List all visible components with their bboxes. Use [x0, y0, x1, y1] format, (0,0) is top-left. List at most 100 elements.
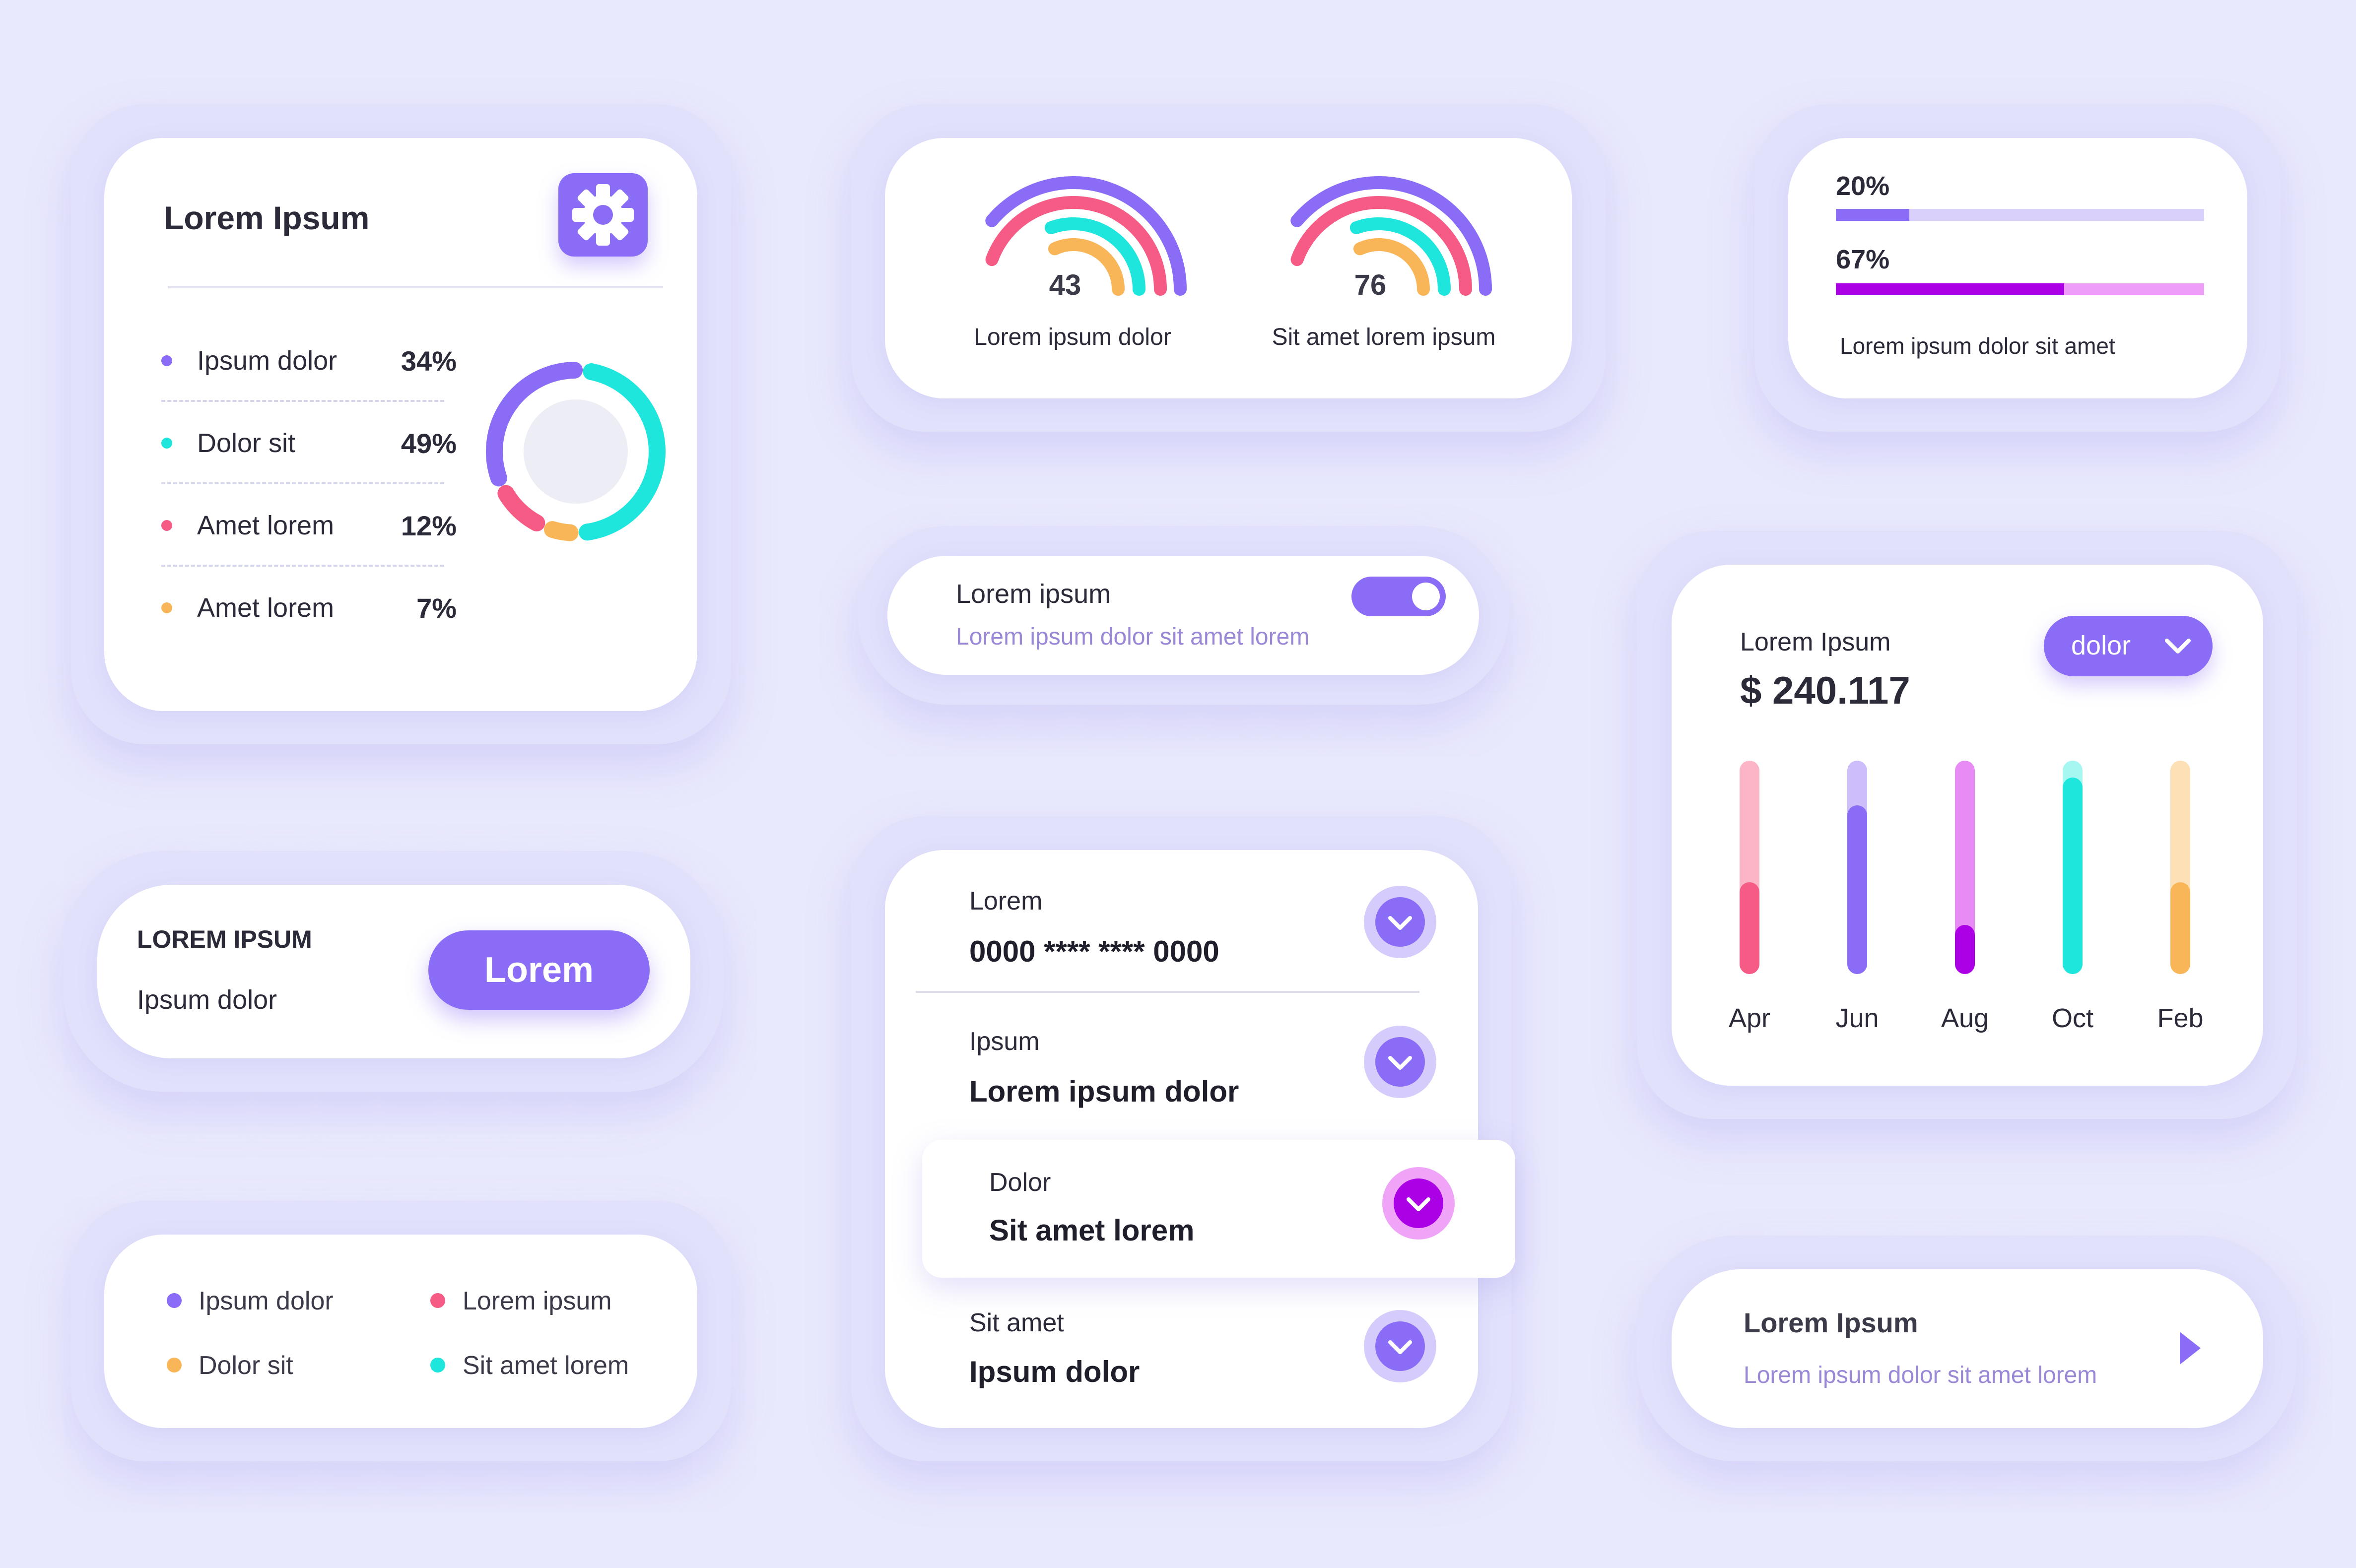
screen: { "colors": { "background": "#e9e9fd", "… — [0, 0, 2356, 1568]
accordion-toggle-3[interactable] — [1382, 1167, 1455, 1240]
stats-dot — [161, 355, 172, 366]
progress-bar-2 — [1836, 283, 2204, 295]
month-bar-fill — [1740, 882, 1759, 974]
accordion-toggle-1[interactable] — [1364, 886, 1436, 958]
month-bar — [2063, 761, 2083, 974]
accordion-item-active[interactable]: Dolor Sit amet lorem — [922, 1140, 1515, 1278]
legend-card: Ipsum dolor Lorem ipsum Dolor sit Sit am… — [104, 1235, 697, 1428]
revenue-card: Lorem Ipsum $ 240.117 dolor Apr Jun Aug Oct… — [1672, 565, 2263, 1086]
accordion-label-2: Ipsum — [969, 1027, 1040, 1056]
button-card: LOREM IPSUM Ipsum dolor Lorem — [97, 885, 690, 1058]
revenue-amount: $ 240.117 — [1740, 668, 1910, 712]
accordion-label-3: Dolor — [989, 1168, 1051, 1197]
stats-value: 12% — [401, 510, 457, 541]
month-bar — [2170, 761, 2190, 974]
legend-label-1: Ipsum dolor — [199, 1287, 334, 1315]
month-bar-fill — [2170, 882, 2190, 974]
month-label: Jun — [1835, 1003, 1879, 1033]
toggle-card: Lorem ipsum Lorem ipsum dolor sit amet l… — [887, 556, 1479, 675]
lorem-button-label: Lorem — [484, 950, 594, 990]
progress-fill — [1836, 209, 1910, 221]
chevron-down-icon — [1375, 1321, 1425, 1371]
stats-dot — [161, 520, 172, 531]
stats-card: Lorem Ipsum Ipsum dolor 34% Dolor sit 49% Am… — [104, 138, 697, 711]
month-label: Feb — [2157, 1003, 2204, 1033]
month-bar — [1955, 761, 1975, 974]
toggle-title: Lorem ipsum — [956, 579, 1111, 609]
progress-label-2: 67% — [1836, 245, 1890, 274]
legend-label-2: Lorem ipsum — [463, 1287, 612, 1315]
legend-dot-1 — [167, 1293, 182, 1308]
toggle-subtitle: Lorem ipsum dolor sit amet lorem — [956, 624, 1310, 650]
legend-dot-4 — [430, 1358, 445, 1372]
revenue-label: Lorem Ipsum — [1740, 628, 1891, 656]
play-arrow-icon[interactable] — [2178, 1331, 2203, 1366]
donut-center — [524, 399, 628, 504]
month-label: Apr — [1728, 1003, 1771, 1033]
month-bar-fill — [1847, 805, 1867, 974]
donut-segment — [544, 521, 579, 541]
accordion-divider — [916, 991, 1419, 993]
legend-label-3: Dolor sit — [199, 1351, 293, 1380]
gear-icon — [572, 184, 634, 246]
stats-divider — [161, 482, 444, 484]
toggle-knob — [1412, 583, 1440, 610]
month-bar-fill — [2063, 778, 2083, 974]
donut-chart — [486, 362, 666, 541]
toggle-switch[interactable] — [1351, 577, 1446, 616]
gauge-value-1: 43 — [1049, 269, 1081, 301]
stats-divider — [161, 400, 444, 402]
donut-segment — [497, 485, 545, 531]
progress-fill — [1836, 283, 2065, 295]
chevron-down-icon — [1394, 1178, 1443, 1228]
accordion-value-1: 0000 **** **** 0000 — [969, 935, 1219, 968]
legend-dot-3 — [167, 1358, 182, 1372]
accordion-toggle-2[interactable] — [1364, 1026, 1436, 1098]
stats-dot — [161, 602, 172, 613]
dropdown-value: dolor — [2071, 631, 2131, 660]
title-divider — [168, 286, 663, 288]
progress-caption: Lorem ipsum dolor sit amet — [1840, 333, 2115, 359]
legend-dot-2 — [430, 1293, 445, 1308]
chevron-down-icon — [2165, 639, 2191, 653]
progress-card: 20% 67% Lorem ipsum dolor sit amet — [1788, 138, 2247, 398]
legend-label-4: Sit amet lorem — [463, 1351, 629, 1380]
chevron-down-icon — [1375, 1037, 1425, 1087]
stats-value: 49% — [401, 428, 457, 459]
progress-bar-1 — [1836, 209, 2204, 221]
stats-card-title: Lorem Ipsum — [164, 199, 370, 236]
gauges-card: 43 Lorem ipsum dolor 76 Sit amet lorem i… — [885, 138, 1572, 398]
accordion-label-4: Sit amet — [969, 1308, 1064, 1337]
gauge-label-2: Sit amet lorem ipsum — [1272, 324, 1496, 350]
accordion-toggle-4[interactable] — [1364, 1310, 1436, 1382]
month-label: Aug — [1941, 1003, 1989, 1033]
stats-dot — [161, 438, 172, 449]
stats-label: Ipsum dolor — [197, 346, 337, 376]
month-bar — [1740, 761, 1759, 974]
chevron-down-icon — [1375, 897, 1425, 947]
gauge-value-2: 76 — [1354, 269, 1387, 301]
stats-divider — [161, 565, 444, 567]
month-bar — [1847, 761, 1867, 974]
link-card-subtitle: Lorem ipsum dolor sit amet lorem — [1744, 1362, 2097, 1388]
accordion-value-3: Sit amet lorem — [989, 1214, 1195, 1247]
button-card-subtitle: Ipsum dolor — [137, 985, 277, 1015]
accordion-value-2: Lorem ipsum dolor — [969, 1075, 1239, 1108]
stats-value: 34% — [401, 345, 457, 377]
month-bar-fill — [1955, 925, 1975, 974]
lorem-button[interactable]: Lorem — [428, 930, 650, 1010]
accordion-label-1: Lorem — [969, 887, 1043, 915]
settings-button[interactable] — [558, 173, 648, 257]
accordion-value-4: Ipsum dolor — [969, 1355, 1140, 1388]
link-card-title: Lorem Ipsum — [1744, 1307, 1918, 1338]
link-card[interactable]: Lorem Ipsum Lorem ipsum dolor sit amet l… — [1672, 1269, 2263, 1428]
progress-label-1: 20% — [1836, 171, 1890, 201]
gauge-label-1: Lorem ipsum dolor — [974, 324, 1171, 350]
stats-label: Dolor sit — [197, 428, 296, 458]
period-dropdown[interactable]: dolor — [2044, 616, 2213, 676]
stats-label: Amet lorem — [197, 593, 335, 623]
month-label: Oct — [2051, 1003, 2093, 1033]
stats-label: Amet lorem — [197, 511, 335, 540]
button-card-title: LOREM IPSUM — [137, 925, 312, 953]
stats-value: 7% — [416, 592, 457, 624]
